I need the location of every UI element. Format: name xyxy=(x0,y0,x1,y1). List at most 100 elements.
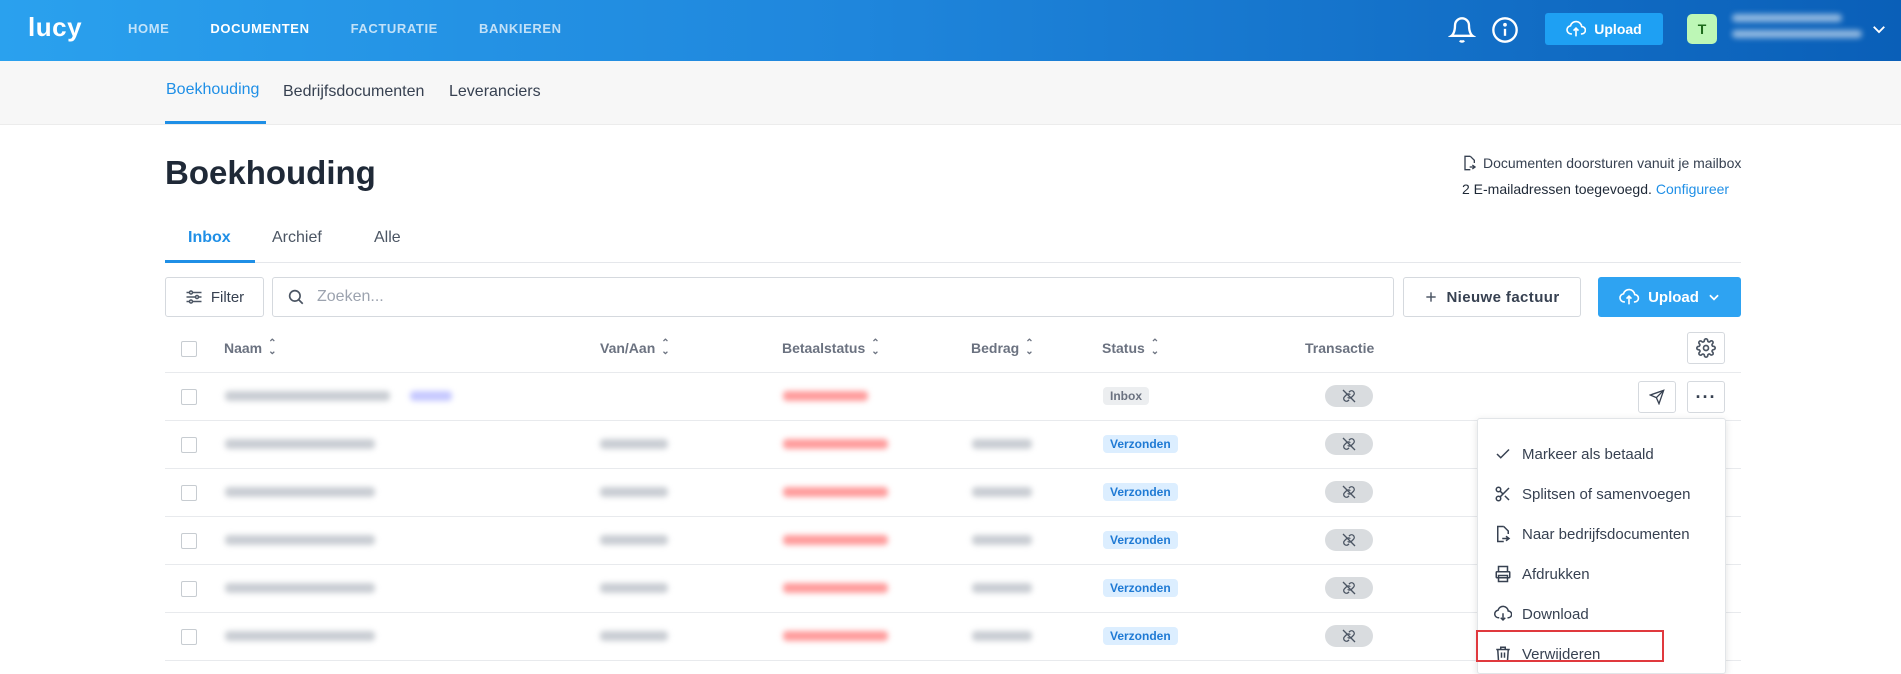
sort-icon: ⌃ ⌄ xyxy=(871,338,880,357)
row-checkbox[interactable] xyxy=(181,629,197,645)
file-forward-icon xyxy=(1464,155,1476,171)
download-icon xyxy=(1494,605,1512,622)
ellipsis-icon: ··· xyxy=(1695,387,1717,407)
menu-item-print[interactable]: Afdrukken xyxy=(1494,565,1590,583)
row-paystatus-blurred xyxy=(783,631,888,641)
row-paystatus-blurred xyxy=(783,439,888,449)
column-label: Betaalstatus xyxy=(782,340,866,356)
top-navigation-bar: lucy HOME DOCUMENTEN FACTURATIE BANKIERE… xyxy=(0,0,1901,61)
filter-button[interactable]: Filter xyxy=(165,277,264,317)
link-off-icon xyxy=(1342,581,1356,595)
tab-alle[interactable]: Alle xyxy=(374,229,401,247)
column-header-betaalstatus[interactable]: Betaalstatus ⌃ ⌄ xyxy=(782,338,880,357)
subnav-tab-boekhouding[interactable]: Boekhouding xyxy=(166,81,259,99)
configure-link[interactable]: Configureer xyxy=(1656,181,1729,197)
row-name-blurred[interactable] xyxy=(225,535,375,545)
menu-item-label: Splitsen of samenvoegen xyxy=(1522,485,1691,503)
column-label: Naam xyxy=(224,340,263,356)
main-nav: HOME DOCUMENTEN FACTURATIE BANKIEREN xyxy=(128,21,562,36)
new-invoice-button[interactable]: Nieuwe factuur xyxy=(1403,277,1581,317)
transaction-link-button[interactable] xyxy=(1325,577,1373,599)
search-icon xyxy=(288,289,304,305)
link-off-icon xyxy=(1342,389,1356,403)
printer-icon xyxy=(1495,565,1511,583)
transaction-link-button[interactable] xyxy=(1325,481,1373,503)
search-input[interactable] xyxy=(315,287,1319,307)
nav-home[interactable]: HOME xyxy=(128,21,169,36)
row-checkbox[interactable] xyxy=(181,485,197,501)
column-header-bedrag[interactable]: Bedrag ⌃ ⌄ xyxy=(971,339,1034,357)
mail-forward-text: Documenten doorsturen vanuit je mailbox xyxy=(1483,155,1742,171)
row-checkbox[interactable] xyxy=(181,581,197,597)
avatar[interactable]: T xyxy=(1687,14,1717,44)
chevron-down-icon[interactable] xyxy=(1870,20,1888,38)
topbar-upload-label: Upload xyxy=(1594,21,1642,37)
page-title: Boekhouding xyxy=(165,154,376,191)
column-label: Bedrag xyxy=(971,340,1020,356)
row-name-blurred[interactable] xyxy=(225,583,375,593)
upload-button[interactable]: Upload xyxy=(1598,277,1741,317)
column-label: Van/Aan xyxy=(600,340,656,356)
upload-label: Upload xyxy=(1648,288,1699,306)
row-amount-blurred xyxy=(972,487,1032,497)
menu-item-label: Naar bedrijfsdocumenten xyxy=(1522,525,1690,543)
sort-icon: ⌃ ⌄ xyxy=(661,338,670,357)
mail-forward-info: Documenten doorsturen vanuit je mailbox xyxy=(1462,155,1741,171)
check-icon xyxy=(1496,448,1510,459)
nav-bankieren[interactable]: BANKIEREN xyxy=(479,21,562,36)
row-van-aan-blurred xyxy=(600,583,668,593)
tab-archief[interactable]: Archief xyxy=(272,229,322,247)
column-header-status[interactable]: Status ⌃ ⌄ xyxy=(1102,338,1160,357)
row-name-blurred[interactable] xyxy=(225,487,375,497)
subnav-tab-leveranciers[interactable]: Leveranciers xyxy=(449,83,541,101)
row-checkbox[interactable] xyxy=(181,437,197,453)
chevron-down-icon xyxy=(1709,294,1719,301)
column-header-van-aan[interactable]: Van/Aan ⌃ ⌄ xyxy=(600,338,670,357)
row-paystatus-blurred xyxy=(783,535,888,545)
transaction-link-button[interactable] xyxy=(1325,625,1373,647)
link-off-icon xyxy=(1342,629,1356,643)
status-badge: Verzonden xyxy=(1103,531,1178,549)
status-badge: Verzonden xyxy=(1103,435,1178,453)
row-checkbox[interactable] xyxy=(181,389,197,405)
row-van-aan-blurred xyxy=(600,487,668,497)
row-checkbox[interactable] xyxy=(181,533,197,549)
column-label: Status xyxy=(1102,340,1145,356)
link-off-icon xyxy=(1342,533,1356,547)
transaction-link-button[interactable] xyxy=(1325,385,1373,407)
topbar-upload-button[interactable]: Upload xyxy=(1545,13,1663,45)
row-van-aan-blurred xyxy=(600,535,668,545)
lucy-logo[interactable]: lucy xyxy=(28,12,82,43)
column-header-naam[interactable]: Naam ⌃ ⌄ xyxy=(224,339,277,357)
more-options-button[interactable]: ··· xyxy=(1687,381,1725,413)
info-icon[interactable] xyxy=(1491,16,1519,44)
mail-count-line: 2 E-mailadressen toegevoegd. Configureer xyxy=(1462,181,1729,197)
nav-facturatie[interactable]: FACTURATIE xyxy=(351,21,438,36)
menu-item-to-business-documents[interactable]: Naar bedrijfsdocumenten xyxy=(1494,525,1690,543)
transaction-link-button[interactable] xyxy=(1325,529,1373,551)
row-tag-blurred xyxy=(410,391,452,401)
subnav-tab-bedrijfsdocumenten[interactable]: Bedrijfsdocumenten xyxy=(283,83,424,101)
user-info-blurred[interactable] xyxy=(1732,14,1868,46)
send-button[interactable] xyxy=(1638,381,1676,413)
bell-icon[interactable] xyxy=(1448,16,1476,44)
menu-item-split-merge[interactable]: Splitsen of samenvoegen xyxy=(1494,485,1690,503)
menu-item-download[interactable]: Download xyxy=(1494,605,1589,623)
menu-item-mark-paid[interactable]: Markeer als betaald xyxy=(1494,445,1654,463)
row-van-aan-blurred xyxy=(600,439,668,449)
transaction-link-button[interactable] xyxy=(1325,433,1373,455)
cloud-upload-icon xyxy=(1619,288,1640,305)
table-settings-button[interactable] xyxy=(1687,332,1725,364)
nav-documenten[interactable]: DOCUMENTEN xyxy=(210,21,309,36)
row-paystatus-blurred xyxy=(783,391,868,401)
row-name-blurred[interactable] xyxy=(225,439,375,449)
row-name-blurred[interactable] xyxy=(225,391,390,401)
row-name-blurred[interactable] xyxy=(225,631,375,641)
select-all-checkbox[interactable] xyxy=(181,341,197,357)
tab-inbox[interactable]: Inbox xyxy=(188,229,231,247)
status-badge: Inbox xyxy=(1103,387,1149,405)
sort-icon: ⌃ ⌄ xyxy=(1150,338,1160,357)
column-header-transactie: Transactie xyxy=(1305,340,1374,356)
row-van-aan-blurred xyxy=(600,631,668,641)
mail-count-text: 2 E-mailadressen toegevoegd. xyxy=(1462,181,1652,197)
